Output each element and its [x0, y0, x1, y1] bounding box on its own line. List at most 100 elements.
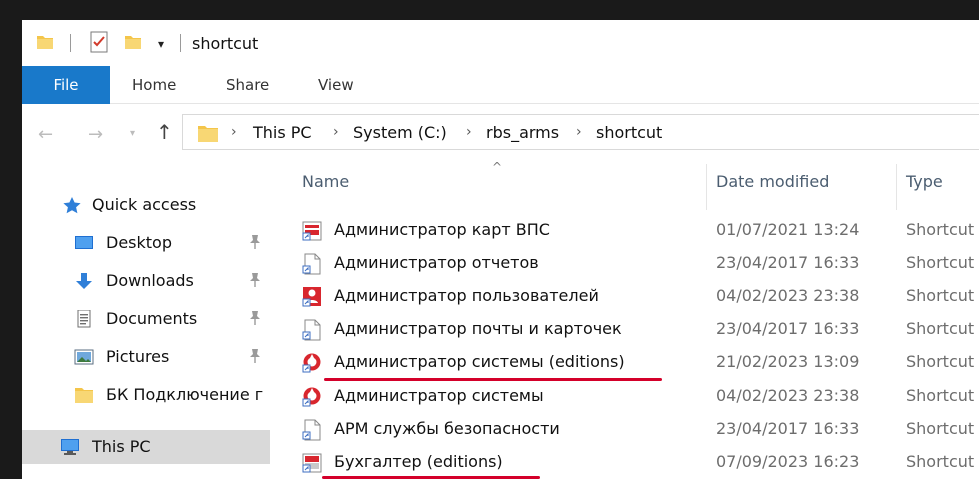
file-row[interactable]: Администратор отчетов 23/04/2017 16:33 S…: [274, 247, 979, 280]
pin-icon[interactable]: [248, 272, 262, 288]
file-row[interactable]: Администратор системы (editions) 21/02/2…: [274, 346, 979, 379]
file-type: Shortcut: [906, 253, 975, 272]
column-header-type[interactable]: Type: [906, 172, 943, 191]
file-date: 04/02/2023 23:38: [716, 386, 860, 405]
file-name: Администратор карт ВПС: [334, 220, 550, 239]
file-date: 01/07/2021 13:24: [716, 220, 860, 239]
sidebar-item-label: Quick access: [92, 195, 197, 214]
accountant-shortcut-icon: [302, 453, 322, 473]
sidebar-item-desktop[interactable]: Desktop: [22, 226, 270, 260]
breadcrumb-rbs-arms[interactable]: rbs_arms: [486, 123, 559, 142]
file-name: Бухгалтер (editions): [334, 452, 503, 471]
column-headers: ^ Name Date modified Type: [274, 160, 979, 212]
address-bar[interactable]: › This PC › System (C:) › rbs_arms › sho…: [182, 114, 979, 150]
sidebar-item-this-pc[interactable]: This PC: [22, 430, 270, 464]
pin-icon[interactable]: [248, 234, 262, 250]
file-name: Администратор пользователей: [334, 286, 599, 305]
file-type: Shortcut: [906, 419, 975, 438]
sidebar-item-quick-access[interactable]: Quick access: [22, 188, 270, 222]
file-row[interactable]: Администратор карт ВПС 01/07/2021 13:24 …: [274, 214, 979, 247]
breadcrumb-shortcut[interactable]: shortcut: [596, 123, 662, 142]
file-name: АРМ службы безопасности: [334, 419, 560, 438]
file-type: Shortcut: [906, 452, 975, 471]
sort-ascending-icon: ^: [492, 160, 503, 174]
file-type: Shortcut: [906, 220, 975, 239]
desktop-icon: [75, 236, 93, 249]
breadcrumb-this-pc[interactable]: This PC: [253, 123, 312, 142]
window-title: shortcut: [192, 34, 259, 53]
file-type: Shortcut: [906, 286, 975, 305]
file-type: Shortcut: [906, 386, 975, 405]
user-admin-shortcut-icon: [302, 287, 321, 307]
tab-home[interactable]: Home: [132, 66, 176, 104]
new-folder-icon[interactable]: [124, 33, 142, 51]
navigation-pane: Quick access Desktop Downloads Documents…: [22, 162, 270, 479]
pin-icon[interactable]: [248, 348, 262, 364]
document-icon: [77, 310, 91, 328]
pictures-icon: [74, 349, 94, 365]
tab-file[interactable]: File: [22, 66, 110, 104]
file-name: Администратор системы (editions): [334, 352, 625, 371]
system-admin-shortcut-icon: [302, 387, 321, 407]
ribbon: File Home Share View: [22, 66, 979, 104]
back-arrow-icon[interactable]: ←: [38, 124, 53, 145]
chevron-right-icon: ›: [576, 124, 582, 140]
breadcrumb-system-c[interactable]: System (C:): [353, 123, 447, 142]
toolbar-separator: [70, 34, 71, 52]
system-admin-shortcut-icon: [302, 353, 321, 373]
generic-shortcut-icon: [302, 253, 321, 275]
column-divider[interactable]: [706, 164, 707, 210]
toolbar-separator: [180, 34, 181, 52]
tab-share[interactable]: Share: [226, 66, 269, 104]
generic-shortcut-icon: [302, 319, 321, 341]
folder-icon: [75, 388, 93, 403]
properties-icon[interactable]: [90, 31, 108, 53]
file-row[interactable]: Администратор почты и карточек 23/04/201…: [274, 313, 979, 346]
file-date: 07/09/2023 16:23: [716, 452, 860, 471]
star-icon: [63, 197, 81, 214]
sidebar-item-documents[interactable]: Documents: [22, 302, 270, 336]
tab-view[interactable]: View: [318, 66, 354, 104]
file-row[interactable]: Администратор системы 04/02/2023 23:38 S…: [274, 380, 979, 413]
file-date: 23/04/2017 16:33: [716, 253, 860, 272]
chevron-right-icon: ›: [231, 124, 237, 140]
folder-icon[interactable]: [36, 33, 54, 51]
sidebar-item-label: Downloads: [106, 271, 194, 290]
navigation-bar: ← → ▾ ↑ › This PC › System (C:) › rbs_ar…: [22, 104, 979, 162]
file-date: 23/04/2017 16:33: [716, 319, 860, 338]
sidebar-item-label: This PC: [92, 437, 151, 456]
recent-locations-chevron-icon[interactable]: ▾: [130, 128, 135, 139]
file-row[interactable]: АРМ службы безопасности 23/04/2017 16:33…: [274, 413, 979, 446]
column-header-name[interactable]: Name: [302, 172, 349, 191]
file-date: 23/04/2017 16:33: [716, 419, 860, 438]
sidebar-item-downloads[interactable]: Downloads: [22, 264, 270, 298]
title-bar: ▾ shortcut: [22, 20, 979, 66]
sidebar-item-label: БК Подключение г: [106, 385, 264, 404]
card-admin-shortcut-icon: [302, 221, 322, 241]
column-divider[interactable]: [896, 164, 897, 210]
column-header-date[interactable]: Date modified: [716, 172, 829, 191]
sidebar-item-pictures[interactable]: Pictures: [22, 340, 270, 374]
file-name: Администратор почты и карточек: [334, 319, 622, 338]
chevron-right-icon: ›: [333, 124, 339, 140]
explorer-window: ▾ shortcut File Home Share View ← → ▾ ↑ …: [22, 20, 979, 479]
file-row[interactable]: Администратор пользователей 04/02/2023 2…: [274, 280, 979, 313]
file-name: Администратор системы: [334, 386, 544, 405]
download-arrow-icon: [76, 273, 92, 289]
file-date: 04/02/2023 23:38: [716, 286, 860, 305]
chevron-right-icon: ›: [466, 124, 472, 140]
sidebar-item-bk-folder[interactable]: БК Подключение г: [22, 378, 270, 412]
pin-icon[interactable]: [248, 310, 262, 326]
file-date: 21/02/2023 13:09: [716, 352, 860, 371]
file-name: Администратор отчетов: [334, 253, 539, 272]
computer-icon: [61, 439, 79, 455]
customize-quick-access-icon[interactable]: ▾: [158, 37, 164, 51]
file-row[interactable]: Бухгалтер (editions) 07/09/2023 16:23 Sh…: [274, 446, 979, 479]
file-type: Shortcut: [906, 319, 975, 338]
folder-icon: [198, 126, 218, 142]
file-type: Shortcut: [906, 352, 975, 371]
forward-arrow-icon[interactable]: →: [88, 124, 103, 145]
sidebar-item-label: Documents: [106, 309, 198, 328]
sidebar-item-label: Desktop: [106, 233, 172, 252]
up-arrow-icon[interactable]: ↑: [156, 120, 173, 144]
